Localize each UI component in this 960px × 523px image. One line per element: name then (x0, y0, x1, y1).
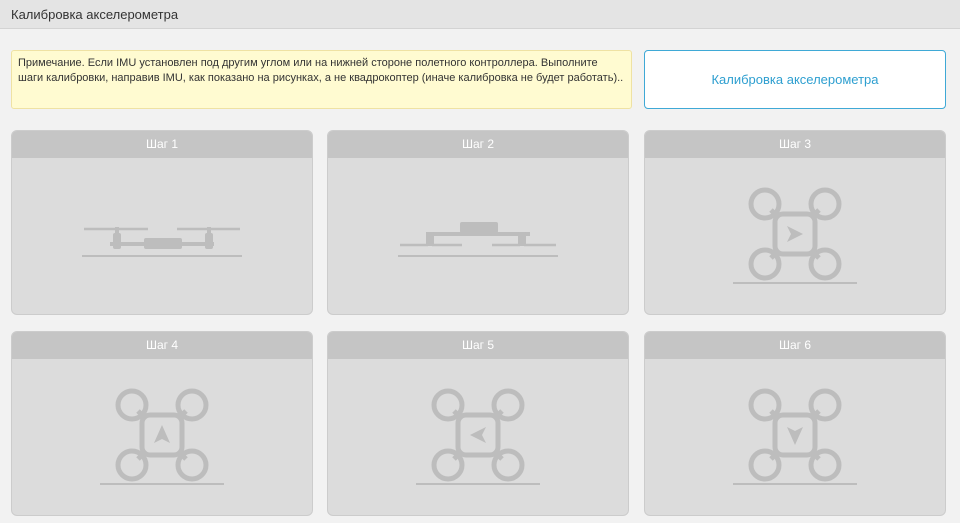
step-image (328, 158, 628, 314)
step-image (12, 158, 312, 314)
step-card-2: Шаг 2 (327, 130, 629, 315)
step-title: Шаг 6 (645, 332, 945, 359)
quadcopter-top-arrow-down-icon (733, 388, 857, 485)
step-title: Шаг 5 (328, 332, 628, 359)
step-card-4: Шаг 4 (11, 331, 313, 516)
step-image (328, 359, 628, 515)
step-title: Шаг 3 (645, 131, 945, 158)
step-image (645, 158, 945, 314)
calibrate-accelerometer-button[interactable]: Калибровка акселерометра (644, 50, 946, 109)
quadcopter-side-level-icon (82, 227, 242, 257)
quadcopter-top-arrow-up-icon (100, 388, 224, 485)
note-text: Примечание. Если IMU установлен под друг… (18, 57, 624, 84)
step-title: Шаг 1 (12, 131, 312, 158)
quadcopter-top-arrow-right-icon (733, 187, 857, 284)
quadcopter-side-inverted-icon (398, 222, 558, 257)
step-image (645, 359, 945, 515)
step-image (12, 359, 312, 515)
panel-header: Калибровка акселерометра (0, 0, 960, 29)
step-card-5: Шаг 5 (327, 331, 629, 516)
step-card-1: Шаг 1 (11, 130, 313, 315)
quadcopter-top-arrow-left-icon (416, 388, 540, 485)
step-card-6: Шаг 6 (644, 331, 946, 516)
calibration-note: Примечание. Если IMU установлен под друг… (11, 50, 632, 109)
panel-title: Калибровка акселерометра (11, 7, 179, 22)
step-card-3: Шаг 3 (644, 130, 946, 315)
step-title: Шаг 4 (12, 332, 312, 359)
step-title: Шаг 2 (328, 131, 628, 158)
